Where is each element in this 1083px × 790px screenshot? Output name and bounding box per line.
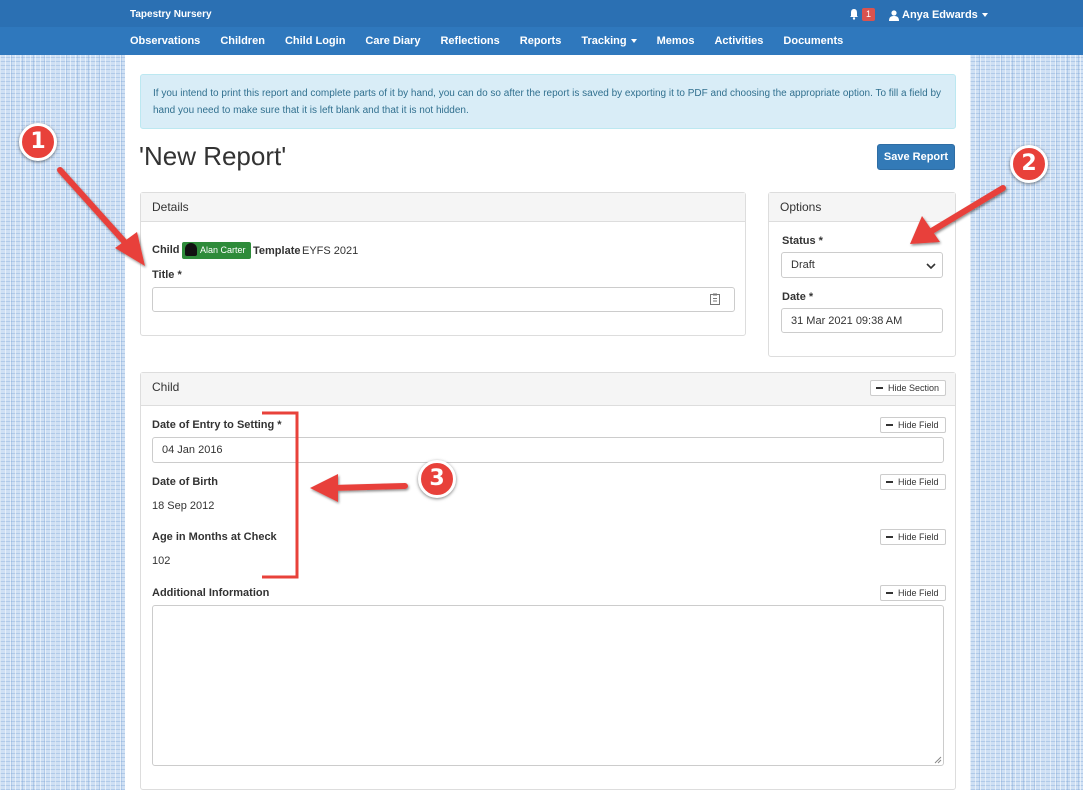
save-report-button[interactable]: Save Report bbox=[877, 144, 955, 170]
annotation-badge-3: 3 bbox=[418, 460, 456, 498]
minus-icon bbox=[886, 535, 893, 538]
chevron-down-icon bbox=[926, 263, 936, 269]
dob-value: 18 Sep 2012 bbox=[152, 500, 215, 512]
minus-icon bbox=[876, 386, 883, 389]
page-title: 'New Report' bbox=[139, 141, 287, 171]
title-label: Title * bbox=[152, 269, 182, 281]
dob-label: Date of Birth bbox=[152, 476, 218, 488]
main-nav: Observations Children Child Login Care D… bbox=[120, 35, 853, 47]
user-icon bbox=[889, 10, 899, 21]
user-menu[interactable]: Anya Edwards bbox=[902, 9, 988, 21]
hide-field-button[interactable]: Hide Field bbox=[880, 417, 946, 433]
nav-activities[interactable]: Activities bbox=[704, 35, 773, 47]
status-value: Draft bbox=[791, 259, 815, 271]
info-alert: If you intend to print this report and c… bbox=[140, 74, 956, 129]
additional-info-label: Additional Information bbox=[152, 587, 270, 599]
nav-documents[interactable]: Documents bbox=[773, 35, 853, 47]
title-input[interactable] bbox=[152, 287, 735, 312]
child-name: Alan Carter bbox=[200, 245, 246, 255]
nav-reports[interactable]: Reports bbox=[510, 35, 572, 47]
entry-date-input[interactable]: 04 Jan 2016 bbox=[152, 437, 944, 463]
nav-care-diary[interactable]: Care Diary bbox=[355, 35, 430, 47]
status-label: Status * bbox=[782, 235, 823, 247]
nav-memos[interactable]: Memos bbox=[647, 35, 705, 47]
notification-badge[interactable]: 1 bbox=[862, 8, 876, 21]
template-label: Template bbox=[253, 245, 301, 257]
nav-children[interactable]: Children bbox=[210, 35, 275, 47]
child-avatar-icon bbox=[185, 243, 197, 257]
hide-field-label: Hide Field bbox=[898, 588, 939, 598]
date-label: Date * bbox=[782, 291, 814, 303]
nav-observations[interactable]: Observations bbox=[120, 35, 210, 47]
chevron-down-icon bbox=[981, 13, 988, 18]
annotation-badge-1: 1 bbox=[19, 123, 57, 161]
nav-tracking[interactable]: Tracking bbox=[571, 35, 646, 47]
options-panel: Options Status * Draft Date * 31 Mar 202… bbox=[768, 192, 956, 357]
hide-field-button[interactable]: Hide Field bbox=[880, 585, 946, 601]
minus-icon bbox=[886, 480, 893, 483]
minus-icon bbox=[886, 591, 893, 594]
hide-field-label: Hide Field bbox=[898, 477, 939, 487]
nav-child-login[interactable]: Child Login bbox=[275, 35, 355, 47]
status-select[interactable]: Draft bbox=[781, 252, 943, 278]
entry-date-label: Date of Entry to Setting * bbox=[152, 419, 282, 431]
clipboard-icon[interactable] bbox=[710, 293, 720, 305]
child-label: Child bbox=[152, 244, 180, 256]
hide-field-label: Hide Field bbox=[898, 420, 939, 430]
child-section-heading: Child bbox=[141, 373, 955, 406]
top-navbar: Tapestry Nursery 1 Anya Edwards Observat… bbox=[0, 0, 1083, 55]
nav-reflections[interactable]: Reflections bbox=[430, 35, 509, 47]
child-panel: Child Hide Section Date of Entry to Sett… bbox=[140, 372, 956, 790]
hide-section-label: Hide Section bbox=[888, 383, 940, 393]
brand-name[interactable]: Tapestry Nursery bbox=[130, 9, 212, 20]
options-heading: Options bbox=[769, 193, 955, 222]
user-name: Anya Edwards bbox=[902, 9, 978, 21]
child-badge[interactable]: Alan Carter bbox=[182, 242, 251, 259]
hide-field-button[interactable]: Hide Field bbox=[880, 529, 946, 545]
hide-field-button[interactable]: Hide Field bbox=[880, 474, 946, 490]
annotation-badge-2: 2 bbox=[1010, 145, 1048, 183]
main-content: If you intend to print this report and c… bbox=[125, 55, 970, 790]
child-section-title: Child bbox=[152, 380, 180, 394]
age-value: 102 bbox=[152, 555, 171, 567]
details-panel: Details Child Alan Carter Template EYFS … bbox=[140, 192, 746, 336]
bell-icon[interactable] bbox=[848, 8, 860, 20]
additional-info-textarea[interactable] bbox=[152, 605, 944, 766]
resize-handle-icon[interactable] bbox=[934, 756, 942, 764]
chevron-down-icon bbox=[630, 39, 637, 44]
minus-icon bbox=[886, 423, 893, 426]
details-heading: Details bbox=[141, 193, 745, 222]
date-input[interactable]: 31 Mar 2021 09:38 AM bbox=[781, 308, 943, 333]
age-label: Age in Months at Check bbox=[152, 531, 277, 543]
template-value: EYFS 2021 bbox=[302, 245, 359, 257]
hide-field-label: Hide Field bbox=[898, 532, 939, 542]
hide-section-button[interactable]: Hide Section bbox=[870, 380, 947, 396]
nav-tracking-label: Tracking bbox=[581, 35, 627, 47]
